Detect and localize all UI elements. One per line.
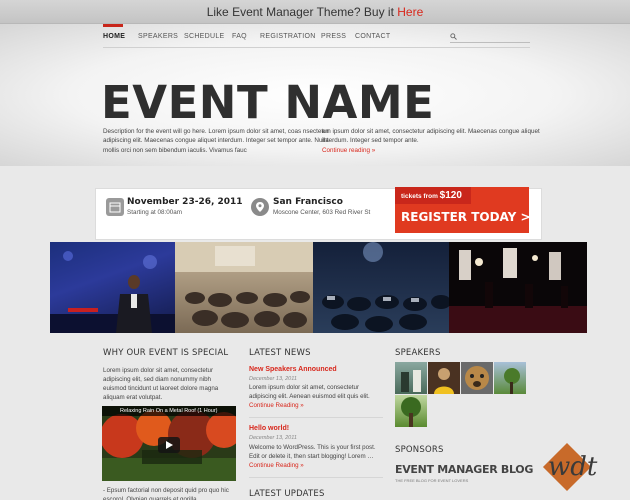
play-button[interactable] <box>158 437 180 453</box>
nav-item-speakers[interactable]: SPEAKERS <box>138 33 178 40</box>
active-nav-indicator <box>103 24 123 27</box>
search-icon <box>450 33 457 40</box>
promo-link[interactable]: Here <box>397 5 423 19</box>
updates-heading: LATEST UPDATES <box>249 489 325 499</box>
register-label: REGISTER TODAY > <box>401 210 531 224</box>
event-city: San Francisco <box>273 197 343 207</box>
sponsors-heading: SPONSORS <box>395 445 444 455</box>
why-heading: WHY OUR EVENT IS SPECIAL <box>103 348 229 358</box>
nav-item-contact[interactable]: CONTACT <box>355 33 390 40</box>
news-excerpt-1: Lorem ipsum dolor sit amet, consectetur … <box>249 384 370 409</box>
hero: HOME SPEAKERS SCHEDULE FAQ REGISTRATION … <box>0 24 630 166</box>
register-button[interactable]: tickets from $120 REGISTER TODAY > <box>395 187 531 233</box>
news-more-link-2[interactable]: Continue Reading » <box>249 462 304 469</box>
speaker-thumb[interactable] <box>428 362 460 394</box>
sponsor-wdt-logo[interactable]: wdt <box>538 440 600 498</box>
event-time: Starting at 08:00am <box>127 209 182 216</box>
nav-item-home[interactable]: HOME <box>103 33 125 40</box>
promo-bar: Like Event Manager Theme? Buy it Here <box>0 0 630 24</box>
why-text: Lorem ipsum dolor sit amet, consectetur … <box>103 367 219 401</box>
news-divider <box>249 477 383 478</box>
promo-text: Like Event Manager Theme? Buy it <box>206 5 398 19</box>
why-footer-text: - Epsum factorial non deposit quid pro q… <box>103 487 229 500</box>
sponsor-tagline: THE FREE BLOG FOR EVENT LOVERS <box>395 478 469 483</box>
news-date-2: December 13, 2011 <box>249 435 297 441</box>
map-pin-icon <box>251 198 269 216</box>
photo-concert-stage <box>449 242 587 333</box>
search-input[interactable] <box>450 31 530 43</box>
news-more-link-1[interactable]: Continue Reading » <box>249 402 304 409</box>
event-description-right: em ipsum dolor sit amet, consectetur adi… <box>322 128 540 154</box>
event-photo-strip <box>50 242 587 333</box>
nav-item-registration[interactable]: REGISTRATION <box>260 33 316 40</box>
main-nav: HOME SPEAKERS SCHEDULE FAQ REGISTRATION … <box>103 24 530 48</box>
news-heading: LATEST NEWS <box>249 348 311 358</box>
calendar-icon <box>106 198 124 216</box>
news-excerpt-2: Welcome to WordPress. This is your first… <box>249 444 376 469</box>
event-title: EVENT NAME <box>101 76 435 129</box>
photo-audience-dark <box>313 242 449 333</box>
news-title-2[interactable]: Hello world! <box>249 425 289 432</box>
nav-item-schedule[interactable]: SCHEDULE <box>184 33 225 40</box>
news-divider <box>249 417 383 418</box>
event-venue: Moscone Center, 603 Red River St <box>273 209 371 216</box>
sponsor-event-manager-blog[interactable]: EVENT MANAGER BLOG <box>395 463 533 476</box>
speaker-thumb[interactable] <box>395 395 427 427</box>
photo-audience-room <box>175 242 313 333</box>
event-description-left: Description for the event will go here. … <box>103 128 329 154</box>
event-date: November 23-26, 2011 <box>127 197 243 207</box>
tickets-price-badge: tickets from $120 <box>395 187 471 204</box>
news-title-1[interactable]: New Speakers Announced <box>249 366 337 373</box>
nav-item-press[interactable]: PRESS <box>321 33 346 40</box>
news-date-1: December 13, 2011 <box>249 376 297 382</box>
play-icon <box>166 441 173 449</box>
video-title: Relaxing Rain On a Metal Roof (1 Hour) <box>102 406 236 416</box>
continue-reading-link[interactable]: Continue reading » <box>322 147 375 154</box>
video-player[interactable]: Relaxing Rain On a Metal Roof (1 Hour) <box>102 406 236 481</box>
speaker-thumb[interactable] <box>461 362 493 394</box>
speakers-heading: SPEAKERS <box>395 348 441 358</box>
speaker-thumb[interactable] <box>395 362 427 394</box>
nav-item-faq[interactable]: FAQ <box>232 33 247 40</box>
photo-speaker-stage <box>50 242 175 333</box>
speaker-thumb[interactable] <box>494 362 526 394</box>
